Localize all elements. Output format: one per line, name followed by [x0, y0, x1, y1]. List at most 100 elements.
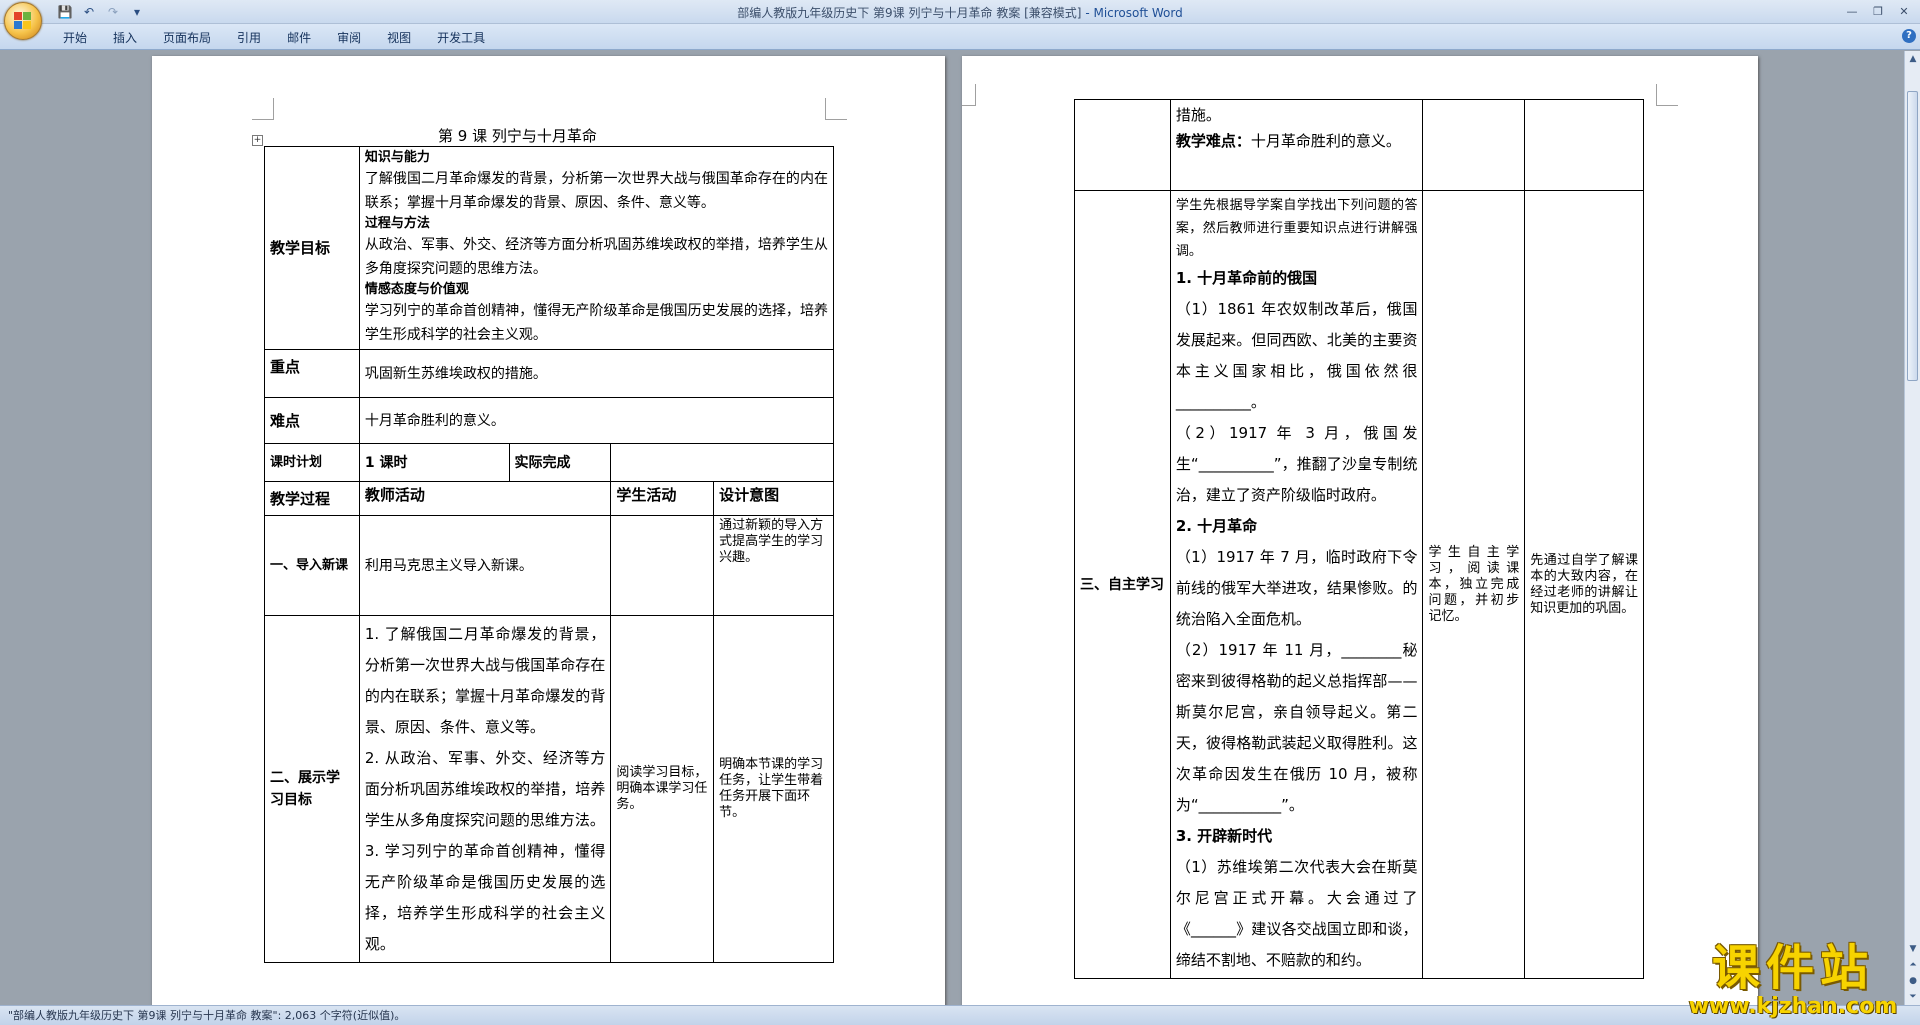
tab-mailings[interactable]: 邮件 — [274, 29, 324, 47]
margin-corner-mark — [962, 84, 976, 106]
watermark-url: www.kjzhan.com — [1688, 994, 1898, 1019]
intro-text: 学生先根据导学案自学找出下列问题的答案，然后教师进行重要知识点进行讲解强调。 — [1175, 198, 1418, 259]
stage-label: 二、展示学习目标 — [264, 615, 360, 963]
goal-item: 1. 了解俄国二月革命爆发的背景，分析第一次世界大战与俄国革命存在的内在联系；掌… — [364, 625, 606, 736]
teacher-activity[interactable]: 利用马克思主义导入新课。 — [358, 515, 612, 616]
goals-label: 教学目标 — [264, 146, 360, 350]
goals-p3: 学习列宁的革命首创精神，懂得无产阶级革命是俄国历史发展的选择，培养学生形成科学的… — [364, 303, 828, 343]
goal-item: 3. 学习列宁的革命首创精神，懂得无产阶级革命是俄国历史发展的选择，培养学生形成… — [364, 842, 606, 953]
section-text: （2）1917 年 11 月，________秘密来到彼得格勒的起义总指挥部——… — [1175, 641, 1418, 814]
margin-corner-mark — [1656, 84, 1678, 106]
table-row: 难点 十月革命胜利的意义。 — [264, 397, 835, 444]
design-intent[interactable]: 通过新颖的导入方式提高学生的学习兴趣。 — [713, 515, 834, 616]
actual-label: 实际完成 — [508, 443, 612, 482]
goals-p2: 从政治、军事、外交、经济等方面分析巩固苏维埃政权的举措，培养学生从多角度探究问题… — [364, 237, 828, 277]
teacher-activity[interactable]: 学生先根据导学案自学找出下列问题的答案，然后教师进行重要知识点进行讲解强调。 1… — [1169, 190, 1424, 979]
tab-page-layout[interactable]: 页面布局 — [150, 29, 224, 47]
table-row: 课时计划 1 课时 实际完成 — [264, 443, 834, 482]
difficulty-label: 教学难点： — [1175, 132, 1251, 150]
table-row: 二、展示学习目标 1. 了解俄国二月革命爆发的背景，分析第一次世界大战与俄国革命… — [264, 615, 834, 963]
difficulty-text[interactable]: 十月革命胜利的意义。 — [358, 397, 835, 444]
close-icon[interactable]: ✕ — [1892, 2, 1916, 20]
table-row: 措施。 教学难点：十月革命胜利的意义。 — [1074, 99, 1644, 191]
process-header: 教学过程 — [264, 481, 360, 516]
design-intent[interactable]: 先通过自学了解课本的大致内容，在经过老师的讲解让知识更加的巩固。 — [1524, 190, 1644, 979]
document-title: 部编人教版九年级历史下 第9课 列宁与十月革命 教案 [兼容模式] — [737, 6, 1082, 20]
actual-value[interactable] — [610, 443, 834, 482]
stage-label: 三、自主学习 — [1074, 190, 1171, 979]
tab-review[interactable]: 审阅 — [324, 29, 374, 47]
section-text: （1）苏维埃第二次代表大会在斯莫尔尼宫正式开幕。大会通过了《______》建议各… — [1175, 858, 1418, 969]
margin-corner-mark — [825, 98, 847, 120]
office-logo-icon — [14, 12, 32, 30]
goal-item: 2. 从政治、军事、外交、经济等方面分析巩固苏维埃政权的举措，培养学生从多角度探… — [364, 749, 606, 829]
difficulty-label: 难点 — [264, 397, 360, 444]
student-header: 学生活动 — [610, 481, 715, 516]
table-row: 教学目标 知识与能力 了解俄国二月革命爆发的背景，分析第一次世界大战与俄国革命存… — [264, 146, 835, 350]
table-row: 一、导入新课 利用马克思主义导入新课。 通过新颖的导入方式提高学生的学习兴趣。 — [264, 515, 834, 616]
goals-h1: 知识与能力 — [364, 150, 430, 165]
prev-page-icon[interactable]: ⏶ — [1905, 957, 1920, 973]
word-count-status[interactable]: "部编人教版九年级历史下 第9课 列宁与十月革命 教案": 2,063 个字符(… — [8, 1009, 405, 1022]
tab-developer[interactable]: 开发工具 — [424, 29, 498, 47]
tab-home[interactable]: 开始 — [50, 29, 100, 47]
student-activity[interactable]: 阅读学习目标，明确本课学习任务。 — [610, 615, 715, 963]
design-header: 设计意图 — [713, 481, 834, 516]
plan-value[interactable]: 1 课时 — [358, 443, 510, 482]
student-activity[interactable] — [610, 515, 715, 616]
office-button[interactable] — [4, 2, 42, 40]
stage-label: 一、导入新课 — [264, 515, 360, 616]
scroll-thumb[interactable] — [1907, 91, 1918, 381]
key-point-text[interactable]: 巩固新生苏维埃政权的措施。 — [358, 349, 835, 398]
browse-object-icon[interactable]: ● — [1905, 973, 1920, 989]
table-row: 重点 巩固新生苏维埃政权的措施。 — [264, 349, 835, 398]
student-activity[interactable] — [1422, 99, 1526, 191]
site-watermark-logo: 课件站 www.kjzhan.com — [1680, 941, 1906, 1019]
tab-insert[interactable]: 插入 — [100, 29, 150, 47]
section-head: 2. 十月革命 — [1175, 517, 1258, 535]
key-point-label: 重点 — [264, 349, 360, 398]
window-controls: — ❐ ✕ — [1840, 2, 1916, 20]
plan-label: 课时计划 — [264, 443, 360, 482]
teacher-header: 教师活动 — [358, 481, 612, 516]
section-text: （2）1917 年 3 月，俄国发生“__________”，推翻了沙皇专制统治… — [1175, 424, 1418, 504]
student-activity[interactable]: 学生自主学习，阅读课本，独立完成问题，并初步记忆。 — [1422, 190, 1526, 979]
cont-text: 措施。 — [1175, 106, 1221, 124]
table-row: 教学过程 教师活动 学生活动 设计意图 — [264, 481, 834, 516]
goals-h3: 情感态度与价值观 — [364, 282, 469, 297]
watermark-title: 课件站 — [1711, 940, 1874, 996]
tab-view[interactable]: 视图 — [374, 29, 424, 47]
teacher-activity[interactable]: 1. 了解俄国二月革命爆发的背景，分析第一次世界大战与俄国革命存在的内在联系；掌… — [358, 615, 612, 963]
help-icon[interactable]: ? — [1902, 29, 1916, 43]
document-area: + 第 9 课 列宁与十月革命 教学目标 知识与能力 了解俄国二月革命爆发的背景… — [0, 51, 1904, 1005]
margin-corner-mark — [252, 98, 274, 120]
lesson-plan-table: 教学目标 知识与能力 了解俄国二月革命爆发的背景，分析第一次世界大战与俄国革命存… — [264, 146, 835, 963]
window-title: 部编人教版九年级历史下 第9课 列宁与十月革命 教案 [兼容模式] - Micr… — [0, 4, 1920, 21]
section-text: （1）1917 年 7 月，临时政府下令前线的俄军大举进攻，结果惨败。的统治陷入… — [1175, 548, 1418, 628]
table-row: 三、自主学习 学生先根据导学案自学找出下列问题的答案，然后教师进行重要知识点进行… — [1074, 190, 1644, 979]
design-intent[interactable]: 明确本节课的学习任务，让学生带着任务开展下面环节。 — [713, 615, 834, 963]
tab-references[interactable]: 引用 — [224, 29, 274, 47]
scroll-down-icon[interactable]: ▼ — [1905, 941, 1920, 957]
design-intent[interactable] — [1524, 99, 1644, 191]
section-head: 3. 开辟新时代 — [1175, 827, 1273, 845]
lesson-title: 第 9 课 列宁与十月革命 — [438, 127, 597, 145]
goals-cell[interactable]: 知识与能力 了解俄国二月革命爆发的背景，分析第一次世界大战与俄国革命存在的内在联… — [358, 146, 835, 350]
vertical-scrollbar[interactable]: ▲ ▼ ⏶ ● ⏷ — [1904, 51, 1920, 1005]
page-right[interactable]: 措施。 教学难点：十月革命胜利的意义。 三、自主学习 学生先根据导学案自学找出下… — [962, 56, 1758, 1005]
difficulty-text: 十月革命胜利的意义。 — [1250, 132, 1401, 150]
status-bar: "部编人教版九年级历史下 第9课 列宁与十月革命 教案": 2,063 个字符(… — [0, 1005, 1920, 1025]
teacher-activity[interactable]: 措施。 教学难点：十月革命胜利的意义。 — [1169, 99, 1424, 191]
maximize-icon[interactable]: ❐ — [1866, 2, 1890, 20]
goals-p1: 了解俄国二月革命爆发的背景，分析第一次世界大战与俄国革命存在的内在联系；掌握十月… — [364, 171, 828, 211]
scroll-up-icon[interactable]: ▲ — [1905, 51, 1920, 67]
goals-h2: 过程与方法 — [364, 216, 430, 231]
minimize-icon[interactable]: — — [1840, 2, 1864, 20]
stage-label — [1074, 99, 1171, 191]
ribbon-tab-bar: 开始 插入 页面布局 引用 邮件 审阅 视图 开发工具 ? — [0, 24, 1920, 50]
page-left[interactable]: + 第 9 课 列宁与十月革命 教学目标 知识与能力 了解俄国二月革命爆发的背景… — [152, 56, 945, 1005]
table-move-handle-icon[interactable]: + — [252, 135, 263, 146]
app-name: - Microsoft Word — [1085, 6, 1183, 20]
section-head: 1. 十月革命前的俄国 — [1175, 269, 1318, 287]
next-page-icon[interactable]: ⏷ — [1905, 989, 1920, 1005]
